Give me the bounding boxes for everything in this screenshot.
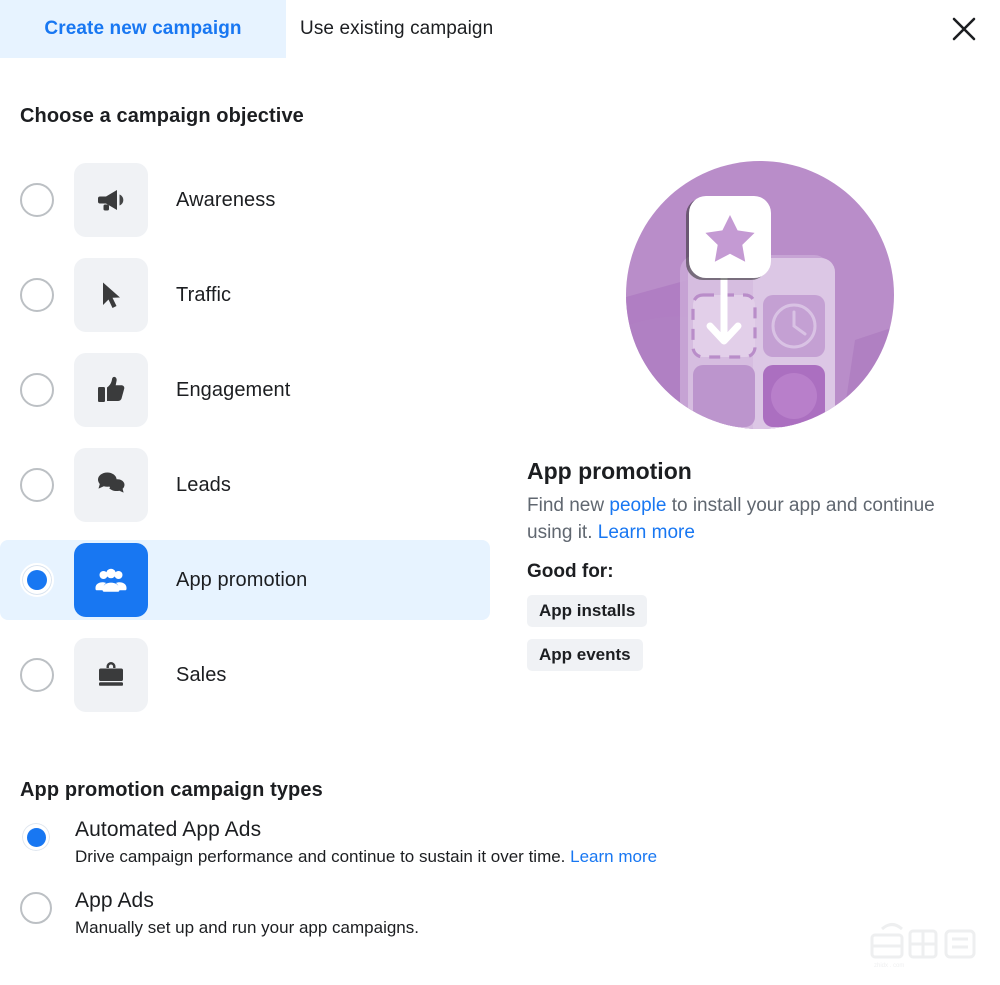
objective-label-awareness: Awareness — [176, 188, 276, 211]
campaign-type-label-app-ads: App Ads — [75, 889, 154, 912]
svg-text:zhidx . com: zhidx . com — [874, 963, 904, 969]
objective-info-panel: App promotion Find new people to install… — [527, 160, 982, 683]
info-panel-description: Find new people to install your app and … — [527, 493, 947, 547]
radio-awareness[interactable] — [20, 183, 54, 217]
chat-bubble-icon — [74, 448, 148, 522]
app-promotion-illustration — [625, 160, 895, 430]
chip-row: App events — [527, 638, 982, 683]
radio-sales[interactable] — [20, 658, 54, 692]
good-for-label: Good for: — [527, 560, 614, 582]
learn-more-link[interactable]: Learn more — [598, 522, 695, 543]
objective-label-engagement: Engagement — [176, 378, 291, 401]
briefcase-icon — [74, 638, 148, 712]
objective-row-sales[interactable]: Sales — [0, 635, 490, 715]
radio-app-promotion[interactable] — [20, 563, 54, 597]
info-desc-part1: Find new — [527, 495, 610, 516]
chip-app-events: App events — [527, 638, 643, 671]
tab-create-new-campaign[interactable]: Create new campaign — [0, 0, 286, 58]
campaign-type-texts: Automated App Ads Drive campaign perform… — [75, 818, 657, 867]
objective-label-traffic: Traffic — [176, 283, 232, 306]
campaign-type-row-app-ads[interactable]: App Ads Manually set up and run your app… — [20, 889, 920, 938]
info-panel-title: App promotion — [527, 458, 692, 484]
people-link[interactable]: people — [609, 495, 666, 516]
close-icon[interactable] — [946, 11, 982, 47]
radio-leads[interactable] — [20, 468, 54, 502]
objective-row-awareness[interactable]: Awareness — [0, 160, 490, 240]
objective-row-engagement[interactable]: Engagement — [0, 350, 490, 430]
campaign-type-desc-automated-app-ads: Drive campaign performance and continue … — [75, 847, 657, 867]
objective-section-title: Choose a campaign objective — [20, 105, 304, 127]
campaign-type-texts: App Ads Manually set up and run your app… — [75, 889, 419, 938]
tab-bar: Create new campaign Use existing campaig… — [0, 0, 1000, 58]
campaign-type-desc-app-ads: Manually set up and run your app campaig… — [75, 918, 419, 937]
chip-app-installs: App installs — [527, 594, 648, 627]
objective-label-sales: Sales — [176, 663, 227, 686]
objective-label-leads: Leads — [176, 473, 231, 496]
tab-create-new-campaign-label: Create new campaign — [44, 18, 242, 39]
campaign-type-desc-text: Drive campaign performance and continue … — [75, 847, 571, 866]
objective-row-traffic[interactable]: Traffic — [0, 255, 490, 335]
objective-row-app-promotion[interactable]: App promotion — [0, 540, 490, 620]
tab-use-existing-campaign[interactable]: Use existing campaign — [300, 0, 570, 58]
radio-traffic[interactable] — [20, 278, 54, 312]
campaign-objective-dialog: Create new campaign Use existing campaig… — [0, 0, 1000, 985]
campaign-type-label-automated-app-ads: Automated App Ads — [75, 818, 262, 841]
objective-label-app-promotion: App promotion — [176, 568, 308, 591]
campaign-types-list: Automated App Ads Drive campaign perform… — [20, 818, 920, 960]
people-icon — [74, 543, 148, 617]
campaign-type-row-automated-app-ads[interactable]: Automated App Ads Drive campaign perform… — [20, 818, 920, 867]
radio-engagement[interactable] — [20, 373, 54, 407]
radio-automated-app-ads[interactable] — [20, 821, 52, 853]
chip-row: App installs — [527, 594, 982, 639]
tab-use-existing-campaign-label: Use existing campaign — [300, 18, 494, 39]
cursor-icon — [74, 258, 148, 332]
good-for-chips: App installs App events — [527, 594, 982, 683]
campaign-types-title: App promotion campaign types — [20, 779, 323, 801]
thumbs-up-icon — [74, 353, 148, 427]
radio-app-ads[interactable] — [20, 892, 52, 924]
megaphone-icon — [74, 163, 148, 237]
automated-app-ads-learn-more-link[interactable]: Learn more — [570, 847, 657, 866]
objective-row-leads[interactable]: Leads — [0, 445, 490, 525]
objective-list: Awareness Traffic Engagement Leads App p… — [0, 160, 500, 730]
